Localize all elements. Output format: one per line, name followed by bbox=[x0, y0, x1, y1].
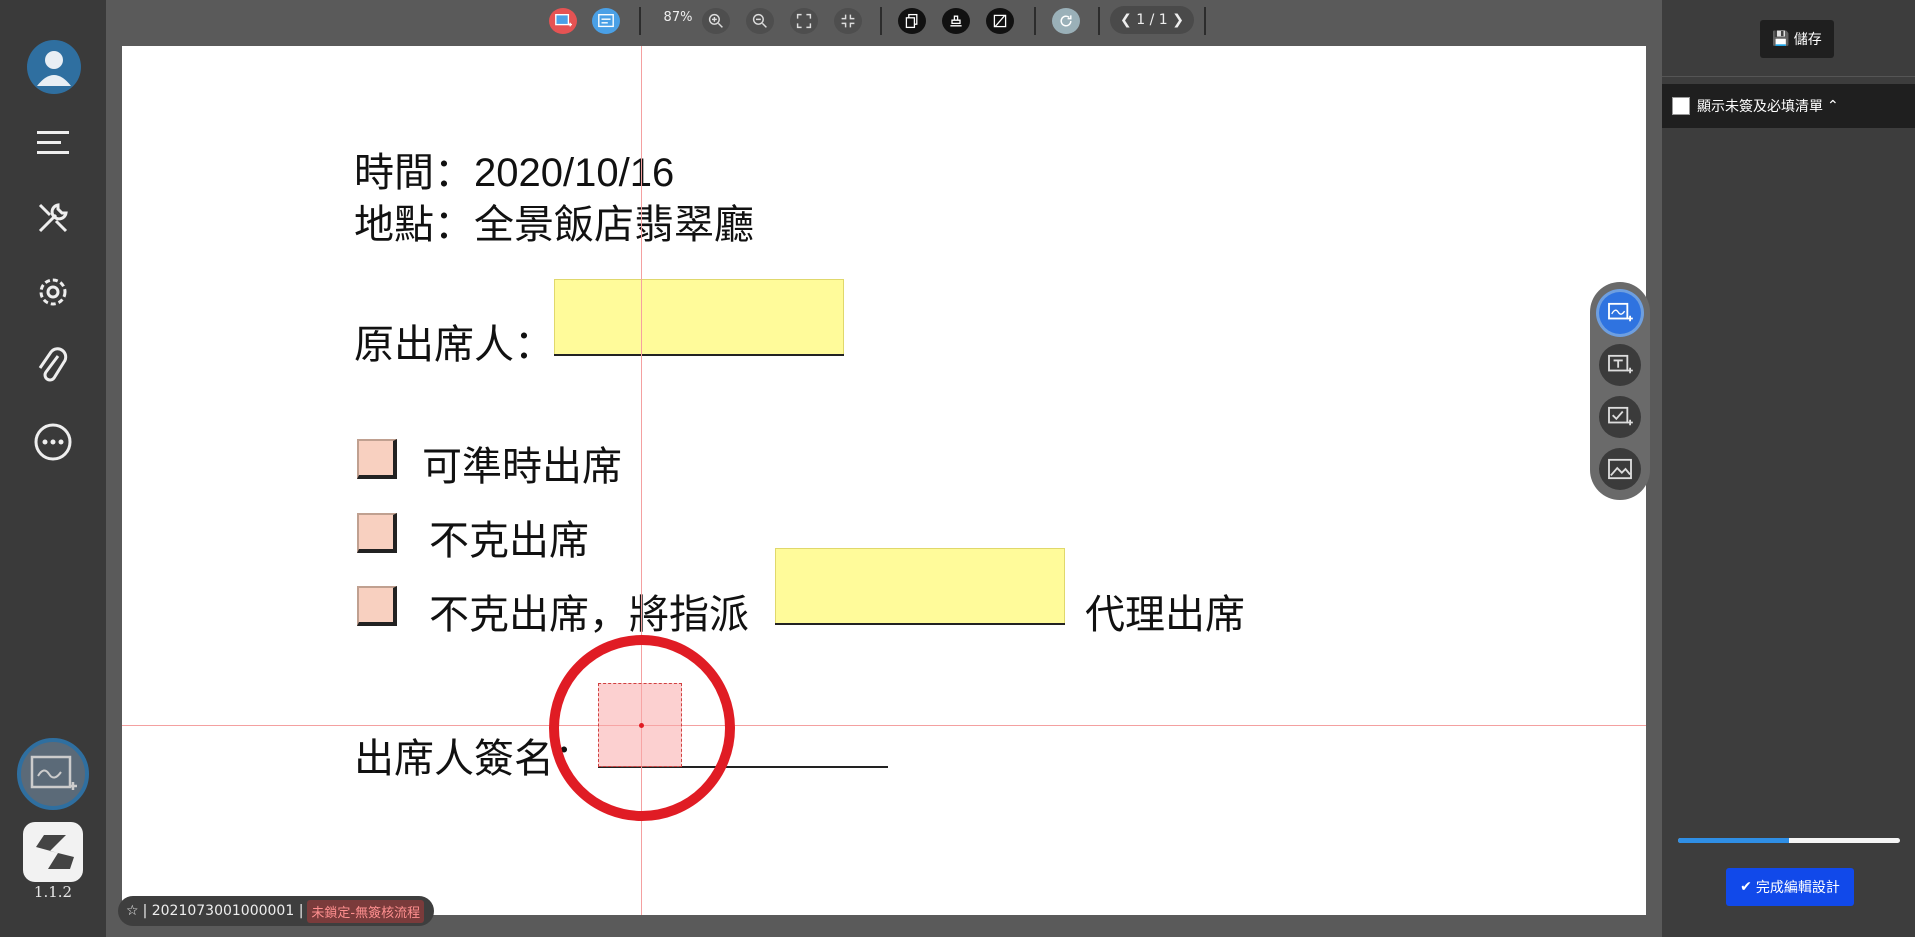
image-field-icon[interactable] bbox=[1599, 448, 1641, 490]
underline bbox=[554, 354, 844, 356]
checkbox-absent[interactable] bbox=[357, 513, 397, 553]
delegate-name-field[interactable] bbox=[775, 548, 1065, 624]
user-avatar-icon[interactable] bbox=[27, 40, 81, 94]
underline bbox=[775, 623, 1065, 625]
paperclip-icon[interactable] bbox=[28, 342, 78, 392]
left-sidebar: 1.1.2 bbox=[0, 0, 106, 937]
check-icon: ✔ bbox=[1740, 879, 1752, 895]
original-attendee-field[interactable] bbox=[554, 279, 844, 355]
document-id: | 2021073001000001 | bbox=[142, 903, 304, 919]
menu-icon[interactable] bbox=[28, 118, 78, 168]
save-label: 儲存 bbox=[1793, 32, 1822, 48]
page-indicator: 1 / 1 bbox=[1136, 12, 1168, 28]
settings-gear-icon[interactable] bbox=[28, 267, 78, 317]
doc-line-place: 地點：全景飯店翡翠廳 bbox=[354, 203, 754, 247]
right-panel: 💾 儲存 顯示未簽及必填清單 ⌃ ✔ 完成編輯設計 bbox=[1662, 0, 1915, 937]
stamp-icon[interactable] bbox=[942, 8, 970, 34]
zoom-level: 87% bbox=[663, 10, 693, 25]
version-label: 1.1.2 bbox=[33, 883, 73, 901]
option-absent: 不克出席 bbox=[429, 519, 589, 563]
document-page: 時間：2020/10/16 地點：全景飯店翡翠廳 原出席人： 可準時出席 不克出… bbox=[122, 46, 1646, 915]
option-on-time: 可準時出席 bbox=[422, 445, 622, 489]
signature-field-icon[interactable] bbox=[1599, 292, 1641, 334]
add-signature-field-icon[interactable] bbox=[549, 8, 577, 34]
more-options-icon[interactable] bbox=[28, 417, 78, 467]
zoom-in-icon[interactable] bbox=[702, 8, 730, 34]
top-toolbar: 87% ❮ 1 / 1 ❯ bbox=[106, 0, 1662, 42]
placement-target-dot bbox=[639, 723, 644, 728]
star-icon[interactable]: ☆ bbox=[126, 903, 139, 919]
next-page-icon[interactable]: ❯ bbox=[1172, 12, 1184, 28]
document-info-pill: ☆ | 2021073001000001 | 未鎖定-無簽核流程 bbox=[118, 896, 435, 926]
crosshair-horizontal-guide bbox=[122, 725, 1646, 726]
progress-fill bbox=[1678, 838, 1789, 843]
save-icon: 💾 bbox=[1772, 31, 1790, 47]
checkbox-on-time[interactable] bbox=[357, 439, 397, 479]
checkbox-field-icon[interactable] bbox=[1599, 396, 1641, 438]
finish-label: 完成編輯設計 bbox=[1755, 880, 1840, 896]
prev-page-icon[interactable]: ❮ bbox=[1120, 12, 1132, 28]
doc-line-time: 時間：2020/10/16 bbox=[354, 151, 675, 195]
checkbox-delegate[interactable] bbox=[357, 586, 397, 626]
text-field-icon[interactable] bbox=[1599, 344, 1641, 386]
checklist-toggle[interactable]: 顯示未簽及必填清單 ⌃ bbox=[1662, 84, 1915, 128]
chevron-up-icon[interactable]: ⌃ bbox=[1827, 98, 1839, 114]
progress-bar bbox=[1678, 838, 1900, 843]
divider bbox=[1662, 76, 1915, 77]
app-logo bbox=[23, 822, 83, 882]
fit-width-icon[interactable] bbox=[834, 8, 862, 34]
zoom-out-icon[interactable] bbox=[746, 8, 774, 34]
fit-page-icon[interactable] bbox=[790, 8, 818, 34]
original-attendee-label: 原出席人： bbox=[354, 323, 554, 367]
finish-design-button[interactable]: ✔ 完成編輯設計 bbox=[1726, 868, 1854, 906]
placement-target-ring bbox=[549, 635, 735, 821]
add-form-icon[interactable] bbox=[592, 8, 620, 34]
copy-icon[interactable] bbox=[898, 8, 926, 34]
no-sign-icon[interactable] bbox=[986, 8, 1014, 34]
signature-field-icon[interactable] bbox=[17, 738, 89, 810]
checklist-checkbox[interactable] bbox=[1672, 97, 1690, 115]
checklist-label: 顯示未簽及必填清單 bbox=[1697, 99, 1823, 115]
option-delegate-suffix: 代理出席 bbox=[1085, 593, 1245, 637]
lock-status-badge: 未鎖定-無簽核流程 bbox=[307, 899, 425, 923]
page-navigator: ❮ 1 / 1 ❯ bbox=[1110, 6, 1194, 34]
floating-field-tools bbox=[1590, 282, 1650, 500]
refresh-icon[interactable] bbox=[1052, 8, 1080, 34]
save-button[interactable]: 💾 儲存 bbox=[1760, 20, 1834, 58]
document-viewer: 時間：2020/10/16 地點：全景飯店翡翠廳 原出席人： 可準時出席 不克出… bbox=[106, 42, 1662, 937]
tools-icon[interactable] bbox=[28, 193, 78, 243]
option-delegate-prefix: 不克出席，將指派 bbox=[429, 593, 749, 637]
